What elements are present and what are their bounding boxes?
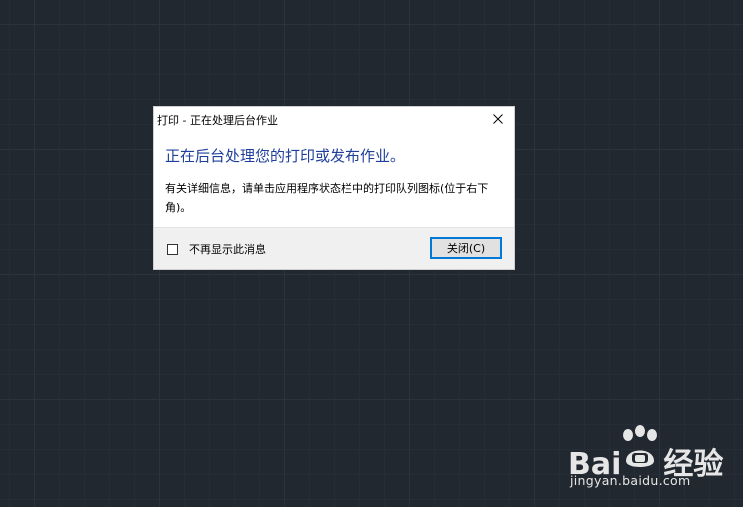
watermark-url: jingyan.baidu.com	[570, 473, 691, 488]
baidu-jingyan-watermark: Bai 经验 jingyan.baidu.com	[568, 425, 738, 495]
dialog-message: 有关详细信息，请单击应用程序状态栏中的打印队列图标(位于右下角)。	[165, 182, 489, 214]
checkbox-box[interactable]	[167, 243, 178, 255]
paw-icon	[623, 425, 657, 467]
close-button[interactable]: 关闭(C)	[430, 237, 502, 259]
dialog-footer: 不再显示此消息 关闭(C)	[154, 227, 514, 269]
dialog-heading: 正在后台处理您的打印或发布作业。	[165, 147, 406, 165]
dont-show-again-checkbox[interactable]: 不再显示此消息	[167, 241, 266, 257]
dialog-title: 打印 - 正在处理后台作业	[157, 114, 278, 127]
close-icon[interactable]	[488, 109, 508, 129]
dialog-titlebar[interactable]: 打印 - 正在处理后台作业	[154, 107, 514, 131]
checkbox-label[interactable]: 不再显示此消息	[189, 241, 266, 257]
print-background-job-dialog: 打印 - 正在处理后台作业 正在后台处理您的打印或发布作业。 有关详细信息，请单…	[154, 107, 514, 269]
